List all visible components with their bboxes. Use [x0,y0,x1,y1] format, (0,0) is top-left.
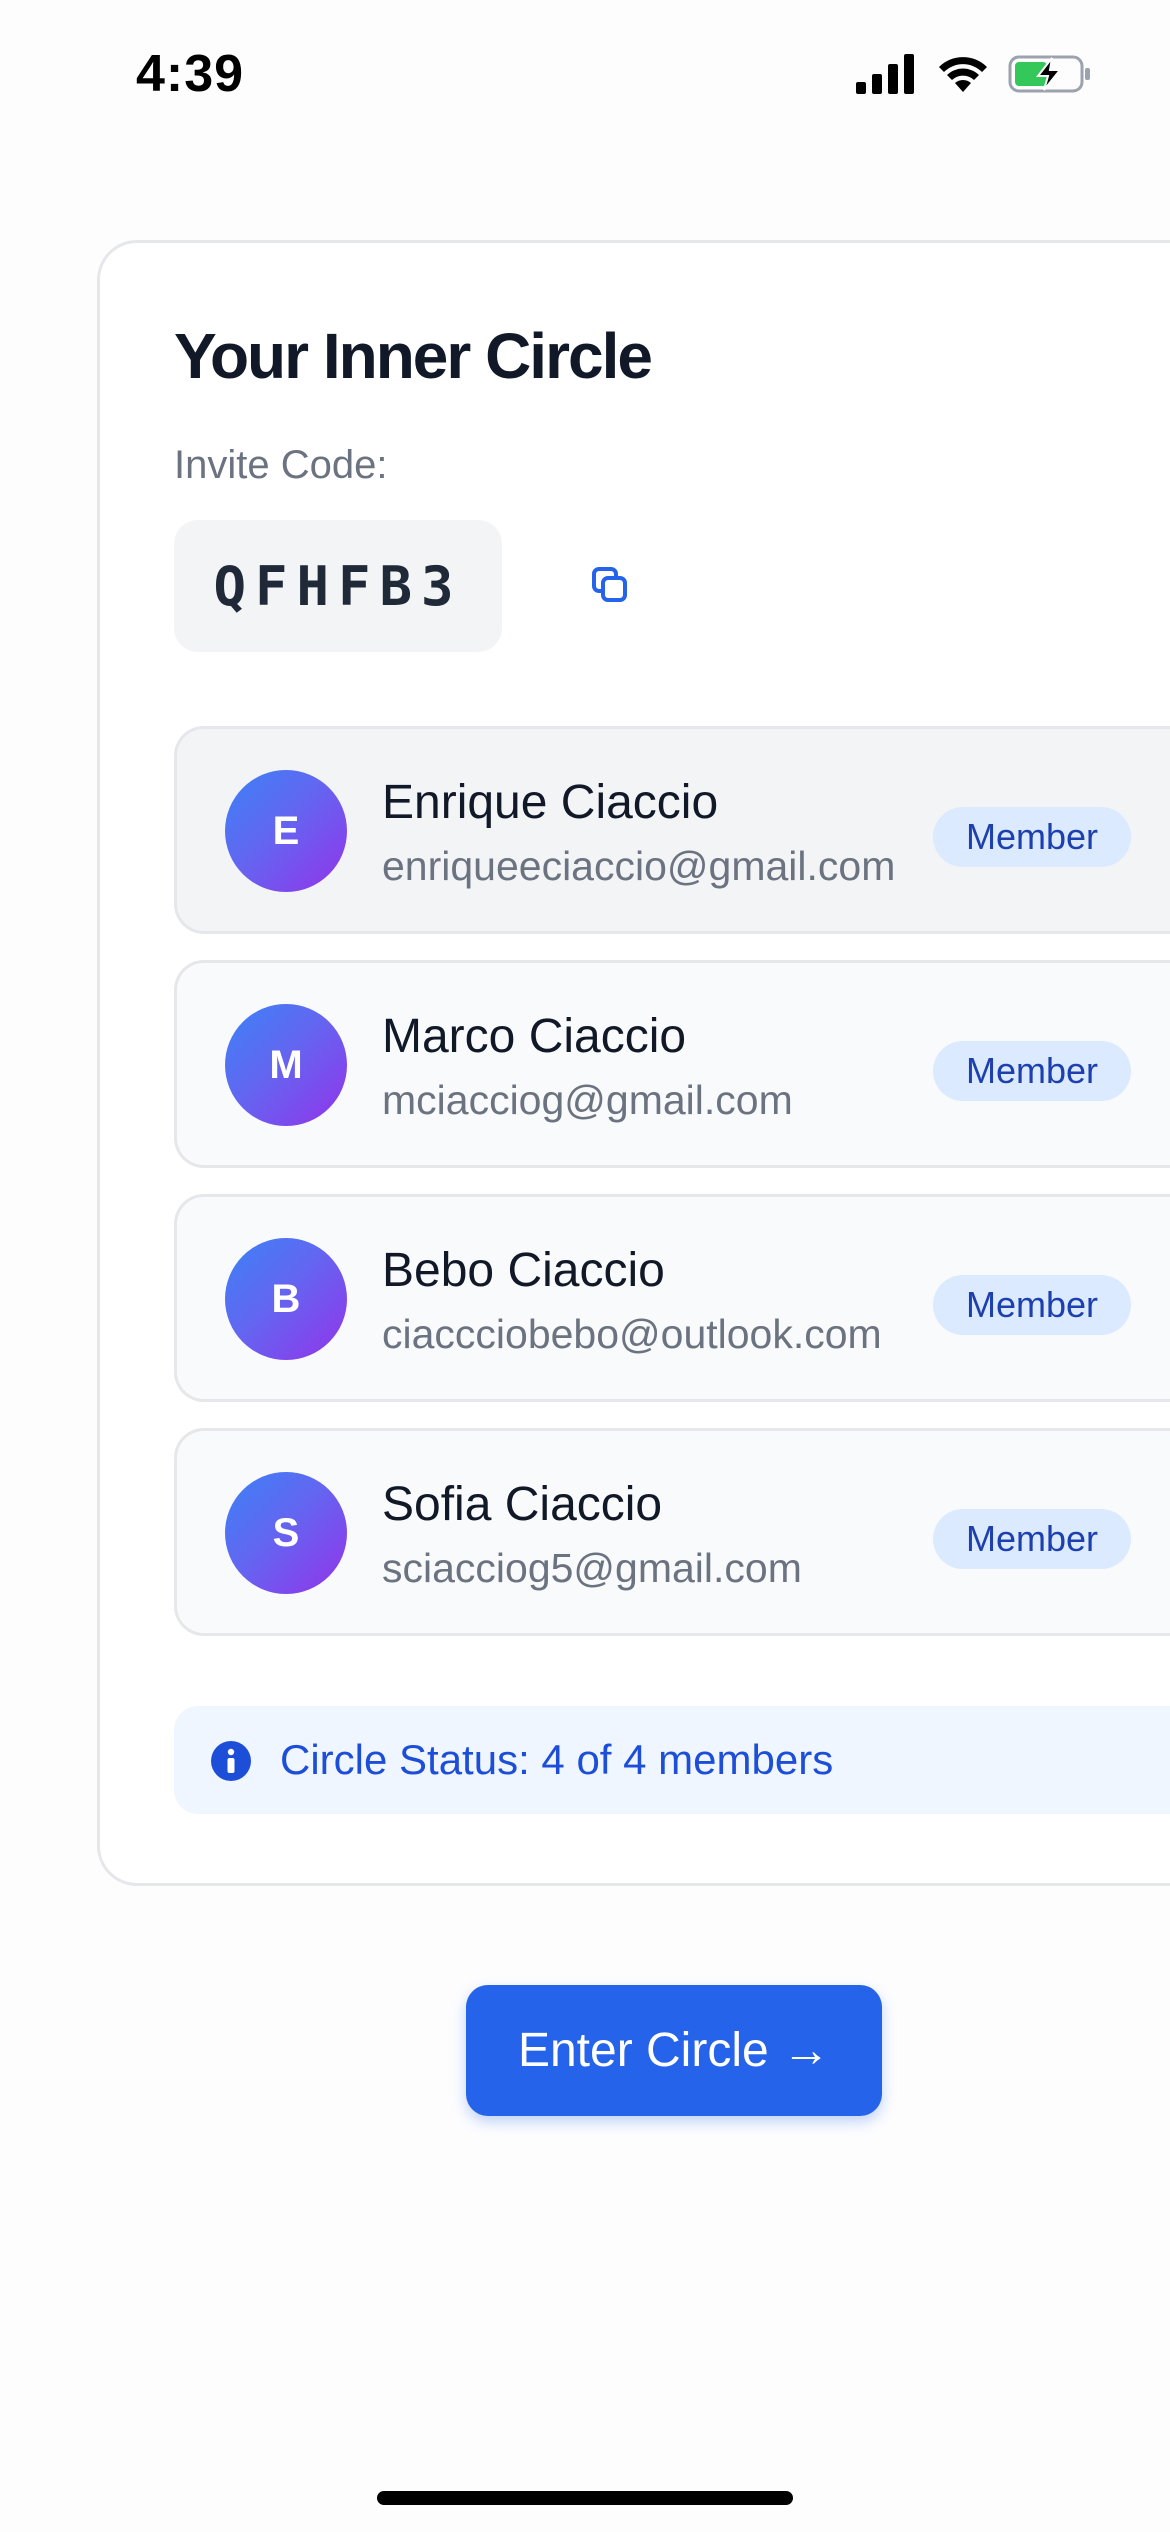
member-name: Enrique Ciaccio [382,776,719,829]
inner-circle-card: Your Inner Circle Invite Code: QFHFB3 E … [97,240,1170,1886]
member-role-badge: Member [933,1041,1131,1101]
avatar-initial: E [272,808,300,853]
avatar: S [225,1472,347,1594]
circle-status-banner: Circle Status: 4 of 4 members [174,1706,1170,1814]
circle-status-text: Circle Status: 4 of 4 members [280,1736,834,1783]
cellular-signal-icon [856,54,918,94]
invite-code-box[interactable]: QFHFB3 [174,520,502,652]
avatar: E [225,770,347,892]
member-row[interactable]: S Sofia Ciaccio sciacciog5@gmail.com Mem… [174,1428,1170,1636]
invite-code[interactable]: QFHFB3 [213,555,462,618]
member-role-badge: Member [933,1275,1131,1335]
screen: 4:39 Your Inner Circle Invite Code: QFHF… [0,0,1170,2532]
copy-icon[interactable] [590,565,630,610]
member-name: Marco Ciaccio [382,1010,687,1063]
enter-circle-button[interactable]: Enter Circle → [466,1985,882,2116]
member-email: mciacciog@gmail.com [382,1077,793,1123]
status-bar: 4:39 [0,0,1170,150]
avatar-initial: S [272,1510,300,1555]
info-icon [210,1740,252,1782]
copy-invite-code-button[interactable] [578,555,642,619]
member-row[interactable]: E Enrique Ciaccio enriqueeciaccio@gmail.… [174,726,1170,934]
member-email: ciaccciobebo@outlook.com [382,1311,882,1357]
member-name: Sofia Ciaccio [382,1478,663,1531]
home-indicator[interactable] [377,2491,793,2505]
member-row[interactable]: B Bebo Ciaccio ciaccciobebo@outlook.com … [174,1194,1170,1402]
member-name: Bebo Ciaccio [382,1244,665,1297]
member-row[interactable]: M Marco Ciaccio mciacciog@gmail.com Memb… [174,960,1170,1168]
avatar: B [225,1238,347,1360]
avatar-initial: M [269,1042,303,1087]
invite-code-label: Invite Code: [174,443,388,487]
battery-charging-icon [1008,54,1092,94]
member-email: enriqueeciaccio@gmail.com [382,843,896,889]
member-email: sciacciog5@gmail.com [382,1545,802,1591]
status-time: 4:39 [136,45,245,103]
card-title: Your Inner Circle [174,320,653,392]
wifi-icon [936,54,990,94]
avatar-initial: B [271,1276,301,1321]
status-icons [856,54,1092,94]
avatar: M [225,1004,347,1126]
member-role-badge: Member [933,807,1131,867]
member-role-badge: Member [933,1509,1131,1569]
